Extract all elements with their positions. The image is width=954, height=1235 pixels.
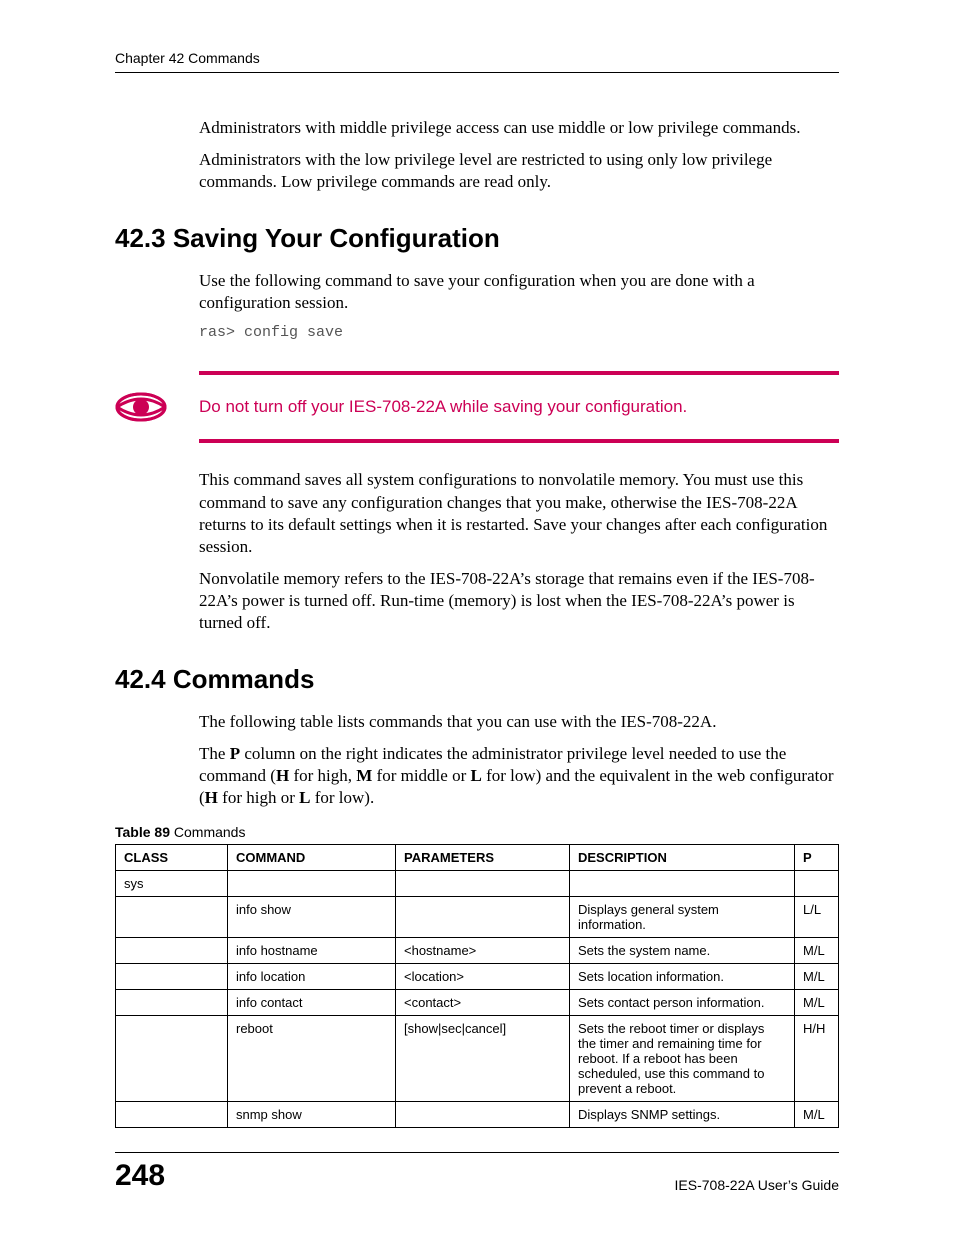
- cell-description: Displays general system information.: [570, 896, 795, 937]
- section1-p3: Nonvolatile memory refers to the IES-708…: [199, 568, 839, 634]
- page-footer: 248 IES-708-22A User’s Guide: [115, 1152, 839, 1193]
- table-row: reboot[show|sec|cancel]Sets the reboot t…: [116, 1015, 839, 1101]
- table-caption: Table 89 Commands: [115, 824, 839, 840]
- table-row: info contact<contact>Sets contact person…: [116, 989, 839, 1015]
- cell-command: snmp show: [228, 1101, 396, 1127]
- intro-p2: Administrators with the low privilege le…: [199, 149, 839, 193]
- cell-parameters: <contact>: [396, 989, 570, 1015]
- th-description: DESCRIPTION: [570, 844, 795, 870]
- cell-description: Sets location information.: [570, 963, 795, 989]
- cell-description: Sets the reboot timer or displays the ti…: [570, 1015, 795, 1101]
- cell-p: M/L: [795, 963, 839, 989]
- commands-table: CLASS COMMAND PARAMETERS DESCRIPTION P s…: [115, 844, 839, 1128]
- cell-parameters: [show|sec|cancel]: [396, 1015, 570, 1101]
- cell-class: [116, 989, 228, 1015]
- th-class: CLASS: [116, 844, 228, 870]
- table-row: info location<location>Sets location inf…: [116, 963, 839, 989]
- cell-class: [116, 937, 228, 963]
- warning-box: Do not turn off your IES-708-22A while s…: [115, 371, 839, 443]
- cell-description: [570, 870, 795, 896]
- cell-description: Displays SNMP settings.: [570, 1101, 795, 1127]
- table-row: info show Displays general system informa…: [116, 896, 839, 937]
- section1-p1: Use the following command to save your c…: [199, 270, 839, 314]
- cell-class: sys: [116, 870, 228, 896]
- cell-description: Sets contact person information.: [570, 989, 795, 1015]
- eye-warning-icon: [115, 391, 199, 423]
- doc-title: IES-708-22A User’s Guide: [675, 1177, 839, 1193]
- page-number: 248: [115, 1159, 165, 1193]
- cell-p: H/H: [795, 1015, 839, 1101]
- th-p: P: [795, 844, 839, 870]
- cell-parameters: <hostname>: [396, 937, 570, 963]
- section-42-3-body2: This command saves all system configurat…: [199, 469, 839, 634]
- section-42-3-title: 42.3 Saving Your Configuration: [115, 223, 839, 254]
- table-caption-label: Table 89: [115, 824, 170, 840]
- cell-p: M/L: [795, 937, 839, 963]
- table-caption-text: Commands: [170, 824, 245, 840]
- cell-p: [795, 870, 839, 896]
- cell-p: M/L: [795, 989, 839, 1015]
- cell-description: Sets the system name.: [570, 937, 795, 963]
- code-config-save: ras> config save: [199, 324, 839, 341]
- intro-p1: Administrators with middle privilege acc…: [199, 117, 839, 139]
- section-42-4-title: 42.4 Commands: [115, 664, 839, 695]
- cell-command: info location: [228, 963, 396, 989]
- section2-p2: The P column on the right indicates the …: [199, 743, 839, 809]
- section2-p1: The following table lists commands that …: [199, 711, 839, 733]
- cell-command: [228, 870, 396, 896]
- warning-bar-bottom: [199, 439, 839, 443]
- th-parameters: PARAMETERS: [396, 844, 570, 870]
- cell-p: L/L: [795, 896, 839, 937]
- th-command: COMMAND: [228, 844, 396, 870]
- cell-command: reboot: [228, 1015, 396, 1101]
- section1-p2: This command saves all system configurat…: [199, 469, 839, 557]
- cell-parameters: [396, 896, 570, 937]
- cell-class: [116, 963, 228, 989]
- section-42-3-body1: Use the following command to save your c…: [199, 270, 839, 341]
- cell-parameters: <location>: [396, 963, 570, 989]
- cell-parameters: [396, 870, 570, 896]
- cell-command: info contact: [228, 989, 396, 1015]
- cell-command: info show: [228, 896, 396, 937]
- table-header-row: CLASS COMMAND PARAMETERS DESCRIPTION P: [116, 844, 839, 870]
- intro-block: Administrators with middle privilege acc…: [199, 117, 839, 193]
- cell-p: M/L: [795, 1101, 839, 1127]
- table-row: sys: [116, 870, 839, 896]
- chapter-header: Chapter 42 Commands: [115, 50, 839, 73]
- table-row: snmp show Displays SNMP settings.M/L: [116, 1101, 839, 1127]
- cell-parameters: [396, 1101, 570, 1127]
- cell-command: info hostname: [228, 937, 396, 963]
- table-row: info hostname<hostname>Sets the system n…: [116, 937, 839, 963]
- cell-class: [116, 1015, 228, 1101]
- cell-class: [116, 896, 228, 937]
- warning-text: Do not turn off your IES-708-22A while s…: [199, 397, 687, 417]
- cell-class: [116, 1101, 228, 1127]
- section-42-4-body: The following table lists commands that …: [199, 711, 839, 809]
